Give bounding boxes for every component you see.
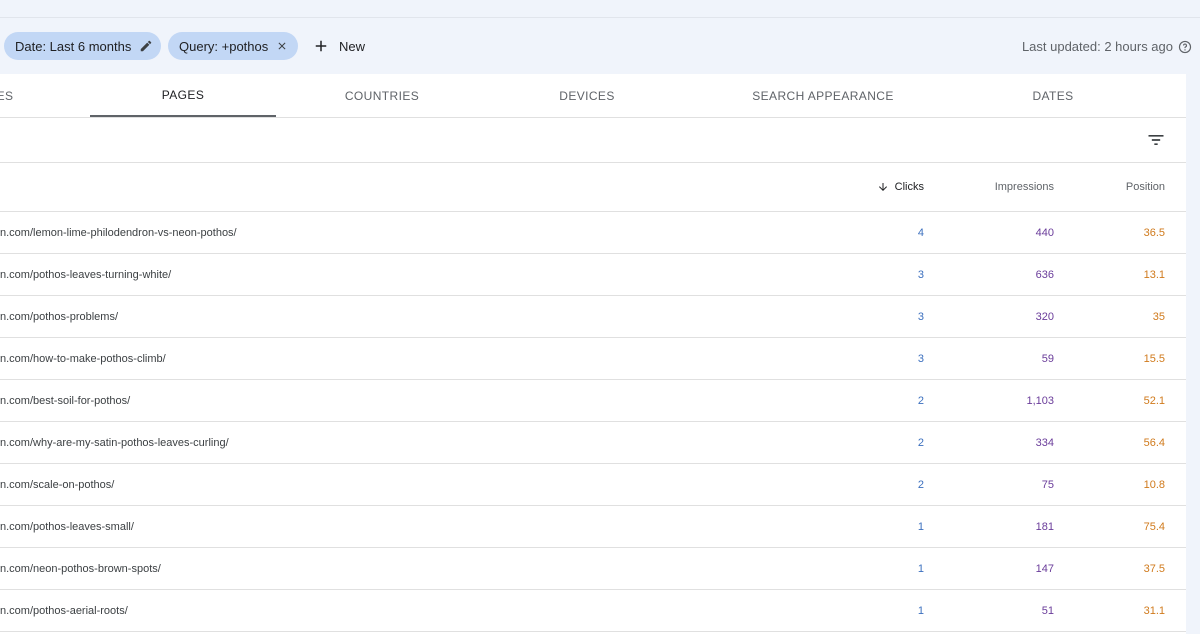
query-filter-chip[interactable]: Query: +pothos xyxy=(168,32,298,60)
top-strip xyxy=(0,0,1200,18)
dimension-tabs: ES PAGES COUNTRIES DEVICES SEARCH APPEAR… xyxy=(0,74,1186,118)
clicks-value: 2 xyxy=(917,394,924,407)
clicks-value: 3 xyxy=(917,268,924,281)
impressions-value: 320 xyxy=(1035,310,1054,323)
table-row[interactable]: n.com/how-to-make-pothos-climb/3 59 15.5 xyxy=(0,338,1186,380)
clicks-column-header[interactable]: Clicks xyxy=(840,163,924,211)
report-card: ES PAGES COUNTRIES DEVICES SEARCH APPEAR… xyxy=(0,74,1186,634)
position-header-label: Position xyxy=(1125,181,1165,193)
table-row[interactable]: n.com/why-are-my-satin-pothos-leaves-cur… xyxy=(0,422,1186,464)
impressions-value: 59 xyxy=(1041,352,1054,365)
page-url: n.com/best-soil-for-pothos/ xyxy=(0,394,131,407)
clicks-value: 2 xyxy=(917,478,924,491)
tab-countries[interactable]: COUNTRIES xyxy=(290,74,474,117)
page-url: n.com/pothos-leaves-small/ xyxy=(0,520,134,533)
table-row[interactable]: n.com/pothos-aerial-roots/1 51 31.1 xyxy=(0,590,1186,632)
table-row[interactable]: n.com/best-soil-for-pothos/2 1,103 52.1 xyxy=(0,380,1186,422)
plus-icon xyxy=(312,37,330,55)
impressions-header-label: Impressions xyxy=(994,181,1054,193)
position-value: 37.5 xyxy=(1143,562,1165,575)
help-icon[interactable] xyxy=(1178,40,1192,54)
filter-bar: Date: Last 6 months Query: +pothos New L… xyxy=(0,18,1200,74)
position-value: 13.1 xyxy=(1143,268,1165,281)
pencil-icon[interactable] xyxy=(139,38,153,54)
table-row[interactable]: n.com/pothos-leaves-small/1 181 75.4 xyxy=(0,506,1186,548)
impressions-value: 636 xyxy=(1035,268,1054,281)
filter-icon[interactable] xyxy=(1146,130,1166,150)
last-updated: Last updated: 2 hours ago xyxy=(1022,39,1192,54)
impressions-value: 147 xyxy=(1035,562,1054,575)
clicks-value: 1 xyxy=(917,520,924,533)
tab-label: DATES xyxy=(1032,88,1074,103)
impressions-value: 181 xyxy=(1035,520,1054,533)
arrow-down-icon xyxy=(877,181,889,193)
table-row[interactable]: n.com/pothos-problems/3 320 35 xyxy=(0,296,1186,338)
tab-devices[interactable]: DEVICES xyxy=(494,74,680,117)
clicks-value: 1 xyxy=(917,604,924,617)
page-url: n.com/how-to-make-pothos-climb/ xyxy=(0,352,166,365)
page-url: n.com/pothos-leaves-turning-white/ xyxy=(0,268,172,281)
impressions-value: 440 xyxy=(1035,226,1054,239)
position-value: 36.5 xyxy=(1143,226,1165,239)
tab-pages[interactable]: PAGES xyxy=(90,74,276,117)
close-icon[interactable] xyxy=(276,38,288,54)
position-value: 10.8 xyxy=(1143,478,1165,491)
position-value: 31.1 xyxy=(1143,604,1165,617)
clicks-value: 1 xyxy=(917,562,924,575)
clicks-value: 3 xyxy=(917,310,924,323)
table-row[interactable]: n.com/lemon-lime-philodendron-vs-neon-po… xyxy=(0,212,1186,254)
page-url: n.com/pothos-aerial-roots/ xyxy=(0,604,128,617)
table-row[interactable]: n.com/scale-on-pothos/2 75 10.8 xyxy=(0,464,1186,506)
impressions-value: 75 xyxy=(1041,478,1054,491)
tab-label: COUNTRIES xyxy=(344,88,420,103)
position-value: 15.5 xyxy=(1143,352,1165,365)
table-row[interactable]: n.com/pothos-leaves-turning-white/3 636 13… xyxy=(0,254,1186,296)
clicks-header-label: Clicks xyxy=(894,181,924,193)
page-url: n.com/scale-on-pothos/ xyxy=(0,478,115,491)
position-value: 52.1 xyxy=(1143,394,1165,407)
tab-search-appearance[interactable]: SEARCH APPEARANCE xyxy=(700,74,946,117)
table-toolbar xyxy=(0,118,1186,163)
impressions-column-header[interactable]: Impressions xyxy=(930,163,1054,211)
page-url: n.com/pothos-problems/ xyxy=(0,310,118,323)
position-value: 56.4 xyxy=(1143,436,1165,449)
date-filter-label: Date: Last 6 months xyxy=(15,38,132,54)
table-row[interactable]: n.com/neon-pothos-brown-spots/1 147 37.5 xyxy=(0,548,1186,590)
position-value: 75.4 xyxy=(1143,520,1165,533)
date-filter-chip[interactable]: Date: Last 6 months xyxy=(4,32,161,60)
query-filter-label: Query: +pothos xyxy=(179,38,269,54)
impressions-value: 51 xyxy=(1041,604,1054,617)
tab-label: SEARCH APPEARANCE xyxy=(752,88,894,103)
impressions-value: 1,103 xyxy=(1026,394,1054,407)
table-body: n.com/lemon-lime-philodendron-vs-neon-po… xyxy=(0,212,1186,632)
new-filter-label: New xyxy=(339,38,366,54)
page-url: n.com/lemon-lime-philodendron-vs-neon-po… xyxy=(0,226,237,239)
tab-dates[interactable]: DATES xyxy=(960,74,1146,117)
new-filter-button[interactable]: New xyxy=(312,34,365,58)
position-column-header[interactable]: Position xyxy=(1060,163,1165,211)
tab-queries[interactable]: ES xyxy=(0,74,50,117)
impressions-value: 334 xyxy=(1035,436,1054,449)
table-header: Clicks Impressions Position xyxy=(0,163,1186,212)
clicks-value: 2 xyxy=(917,436,924,449)
tab-label: DEVICES xyxy=(559,88,615,103)
position-value: 35 xyxy=(1152,310,1165,323)
page-url: n.com/why-are-my-satin-pothos-leaves-cur… xyxy=(0,436,229,449)
tab-label: ES xyxy=(0,88,14,103)
page-url: n.com/neon-pothos-brown-spots/ xyxy=(0,562,161,575)
tab-label: PAGES xyxy=(161,87,205,102)
clicks-value: 4 xyxy=(917,226,924,239)
last-updated-text: Last updated: 2 hours ago xyxy=(1021,39,1173,54)
clicks-value: 3 xyxy=(917,352,924,365)
